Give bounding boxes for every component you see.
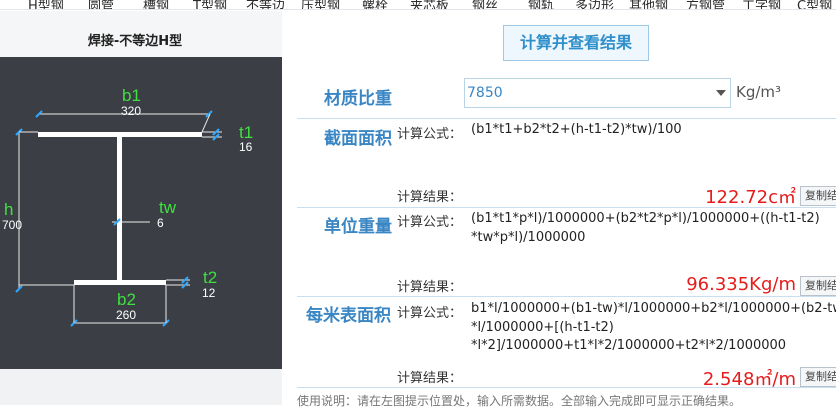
section-divider — [297, 207, 836, 208]
section-divider — [297, 296, 836, 297]
result-label: 计算结果： — [397, 190, 463, 205]
result-value-weight: 96.335Kg/m — [686, 274, 796, 295]
usage-hint: 使用说明：请在左图提示位置处，输入所需数据。全部输入完成即可显示正确结果。 — [297, 394, 742, 408]
density-select[interactable] — [464, 78, 731, 108]
section-label-area: 截面面积 — [324, 129, 392, 149]
density-unit: Kg/m³ — [736, 83, 782, 101]
diagram-title: 焊接-不等边H型 — [87, 34, 183, 49]
formula-label: 计算公式： — [397, 306, 463, 321]
section-divider — [297, 387, 836, 388]
label-b1: b1 — [122, 86, 141, 105]
section-divider — [297, 118, 836, 119]
value-t1-input[interactable]: 16 — [239, 140, 252, 154]
bottom-flange — [74, 280, 166, 285]
copy-result-button[interactable]: 复制结果 — [800, 367, 836, 387]
value-h-input[interactable]: 700 — [2, 218, 22, 232]
density-value: 7850 — [467, 85, 503, 101]
label-b2: b2 — [117, 290, 136, 309]
calculate-button[interactable]: 计算并查看结果 — [503, 25, 649, 61]
left-footer — [0, 369, 282, 405]
web — [117, 137, 122, 280]
section-label-surface: 每米表面积 — [306, 306, 391, 326]
result-label: 计算结果： — [397, 280, 463, 295]
nav-divider — [0, 9, 836, 10]
value-b1-input[interactable]: 320 — [121, 104, 141, 118]
value-b2-input[interactable]: 260 — [116, 308, 136, 322]
section-diagram: b1 320 t1 16 h 700 tw 6 t2 12 b2 260 — [0, 57, 282, 369]
label-t2: t2 — [203, 268, 218, 287]
label-tw: tw — [159, 198, 176, 217]
formula-line: *tw*p*l)/1000000 — [471, 230, 586, 245]
density-label: 材质比重 — [324, 89, 392, 109]
result-value-area: 122.72c㎡ — [705, 187, 796, 208]
chevron-down-icon[interactable] — [716, 89, 726, 97]
copy-result-button[interactable]: 复制结果 — [800, 276, 836, 296]
formula-line: *l/1000000+[(h-t1-t2) — [471, 320, 614, 335]
copy-result-button[interactable]: 复制结果 — [800, 186, 836, 206]
label-h: h — [4, 200, 14, 219]
value-tw-input[interactable]: 6 — [157, 216, 164, 230]
section-label-weight: 单位重量 — [324, 217, 392, 237]
formula-line: b1*l/1000000+(b1-tw)*l/1000000+b2*l/1000… — [471, 301, 836, 316]
formula-label: 计算公式： — [397, 127, 463, 142]
result-label: 计算结果： — [397, 371, 463, 386]
formula-line: *l*2]/1000000+t1*l*2/1000000+t2*l*2/1000… — [471, 338, 787, 353]
formula-line: (b1*t1+b2*t2+(h-t1-t2)*tw)/100 — [471, 122, 682, 137]
top-flange — [38, 132, 202, 137]
value-t2-input[interactable]: 12 — [202, 286, 215, 300]
formula-line: (b1*t1*p*l)/1000000+(b2*t2*p*l)/1000000+… — [471, 211, 820, 226]
formula-label: 计算公式： — [397, 215, 463, 230]
